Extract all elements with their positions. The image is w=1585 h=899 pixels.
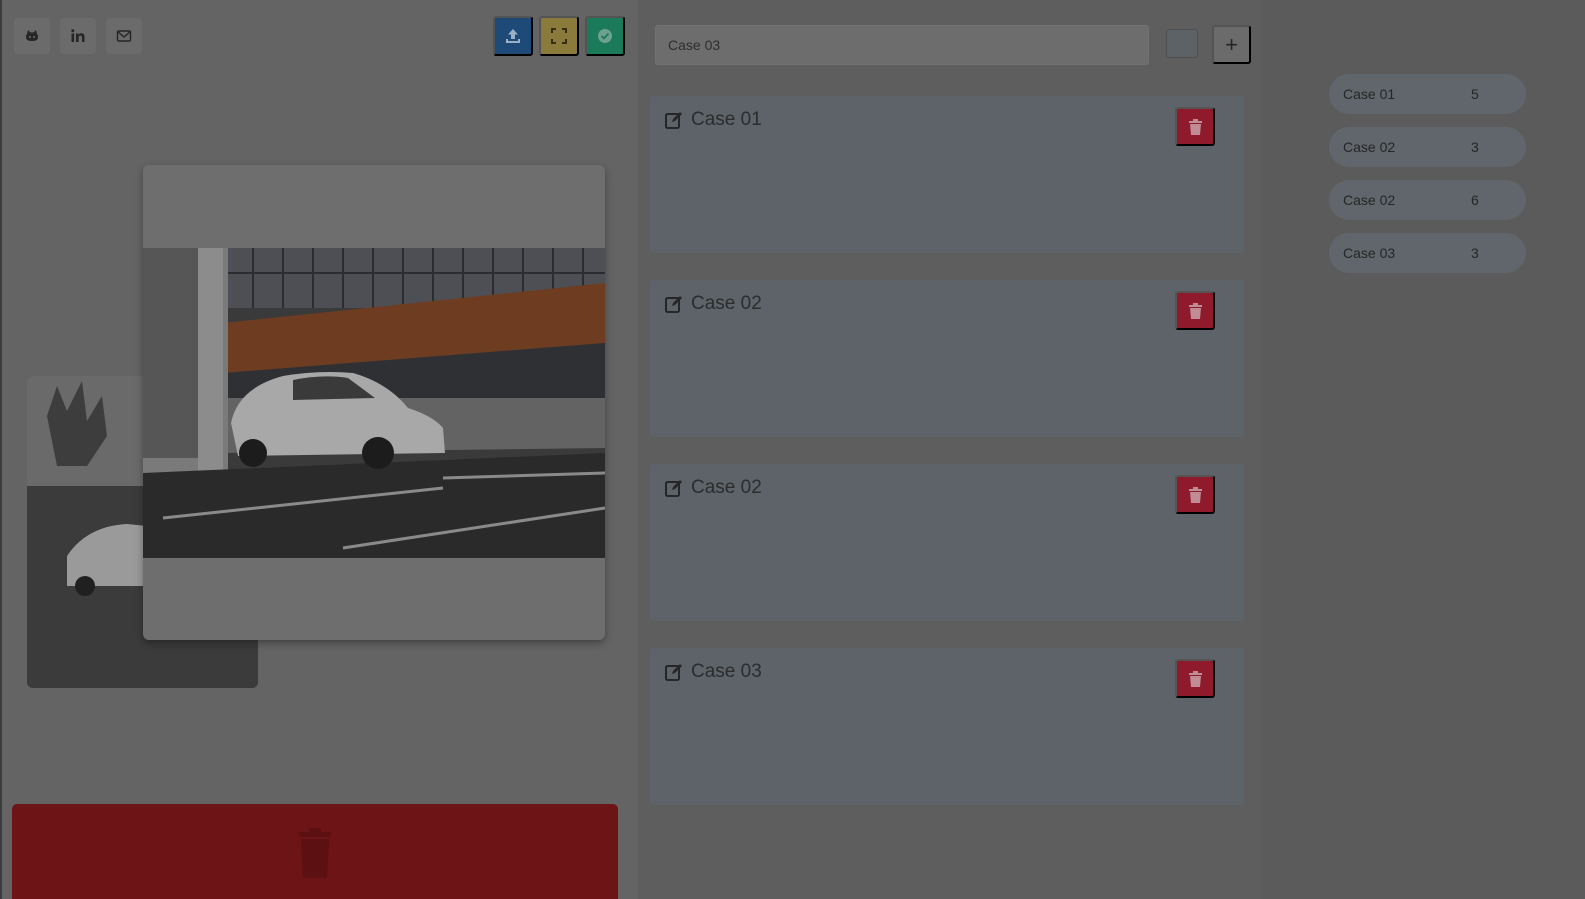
case-count-value: 3 xyxy=(1471,245,1479,261)
case-title[interactable]: Case 03 xyxy=(664,661,762,683)
case-count-label: Case 02 xyxy=(1343,139,1396,155)
edit-icon xyxy=(665,480,682,497)
upload-button[interactable] xyxy=(493,16,533,56)
fullscreen-icon xyxy=(551,28,567,44)
image-card[interactable] xyxy=(143,165,605,640)
car-photo-image xyxy=(143,248,605,558)
case-title-label: Case 01 xyxy=(691,109,762,130)
linkedin-link[interactable] xyxy=(60,18,96,54)
trash-icon xyxy=(1188,118,1202,135)
fullscreen-button[interactable] xyxy=(539,16,579,56)
delete-case-button[interactable] xyxy=(1175,475,1215,514)
case-count-pill[interactable]: Case 02 3 xyxy=(1329,127,1526,167)
case-panel[interactable]: Case 02 xyxy=(650,280,1244,437)
case-count-pill[interactable]: Case 02 6 xyxy=(1329,180,1526,220)
case-panel[interactable]: Case 03 xyxy=(650,648,1244,805)
trash-icon xyxy=(299,828,331,878)
github-link[interactable] xyxy=(14,18,50,54)
case-title-label: Case 02 xyxy=(691,477,762,498)
case-title[interactable]: Case 02 xyxy=(664,293,762,315)
github-icon xyxy=(26,30,38,41)
linkedin-icon xyxy=(71,29,85,42)
case-title[interactable]: Case 01 xyxy=(664,109,762,131)
delete-case-button[interactable] xyxy=(1175,659,1215,698)
case-count-value: 3 xyxy=(1471,139,1479,155)
edit-icon xyxy=(665,112,682,129)
check-circle-icon xyxy=(598,29,612,43)
case-name-input[interactable]: Case 03 xyxy=(655,25,1149,65)
confirm-button[interactable] xyxy=(585,16,625,56)
car-photo xyxy=(143,248,605,558)
add-case-button[interactable]: + xyxy=(1212,25,1251,64)
case-count-pill[interactable]: Case 01 5 xyxy=(1329,74,1526,114)
case-count-pill[interactable]: Case 03 3 xyxy=(1329,233,1526,273)
edit-icon xyxy=(665,664,682,681)
case-title-label: Case 02 xyxy=(691,293,762,314)
case-panel[interactable]: Case 01 xyxy=(650,96,1244,253)
case-panel[interactable]: Case 02 xyxy=(650,464,1244,621)
case-color-picker[interactable] xyxy=(1166,29,1198,58)
trash-drop-zone[interactable] xyxy=(12,804,618,899)
trash-icon xyxy=(1188,302,1202,319)
delete-case-button[interactable] xyxy=(1175,107,1215,146)
edit-icon xyxy=(665,296,682,313)
case-count-label: Case 01 xyxy=(1343,86,1396,102)
case-count-label: Case 03 xyxy=(1343,245,1396,261)
upload-icon xyxy=(506,29,520,43)
case-count-value: 6 xyxy=(1471,192,1479,208)
case-title[interactable]: Case 02 xyxy=(664,477,762,499)
case-count-value: 5 xyxy=(1471,86,1479,102)
case-title-label: Case 03 xyxy=(691,661,762,682)
trash-icon xyxy=(1188,486,1202,503)
mail-icon xyxy=(116,30,132,42)
email-link[interactable] xyxy=(106,18,142,54)
trash-icon xyxy=(1188,670,1202,687)
delete-case-button[interactable] xyxy=(1175,291,1215,330)
case-count-label: Case 02 xyxy=(1343,192,1396,208)
